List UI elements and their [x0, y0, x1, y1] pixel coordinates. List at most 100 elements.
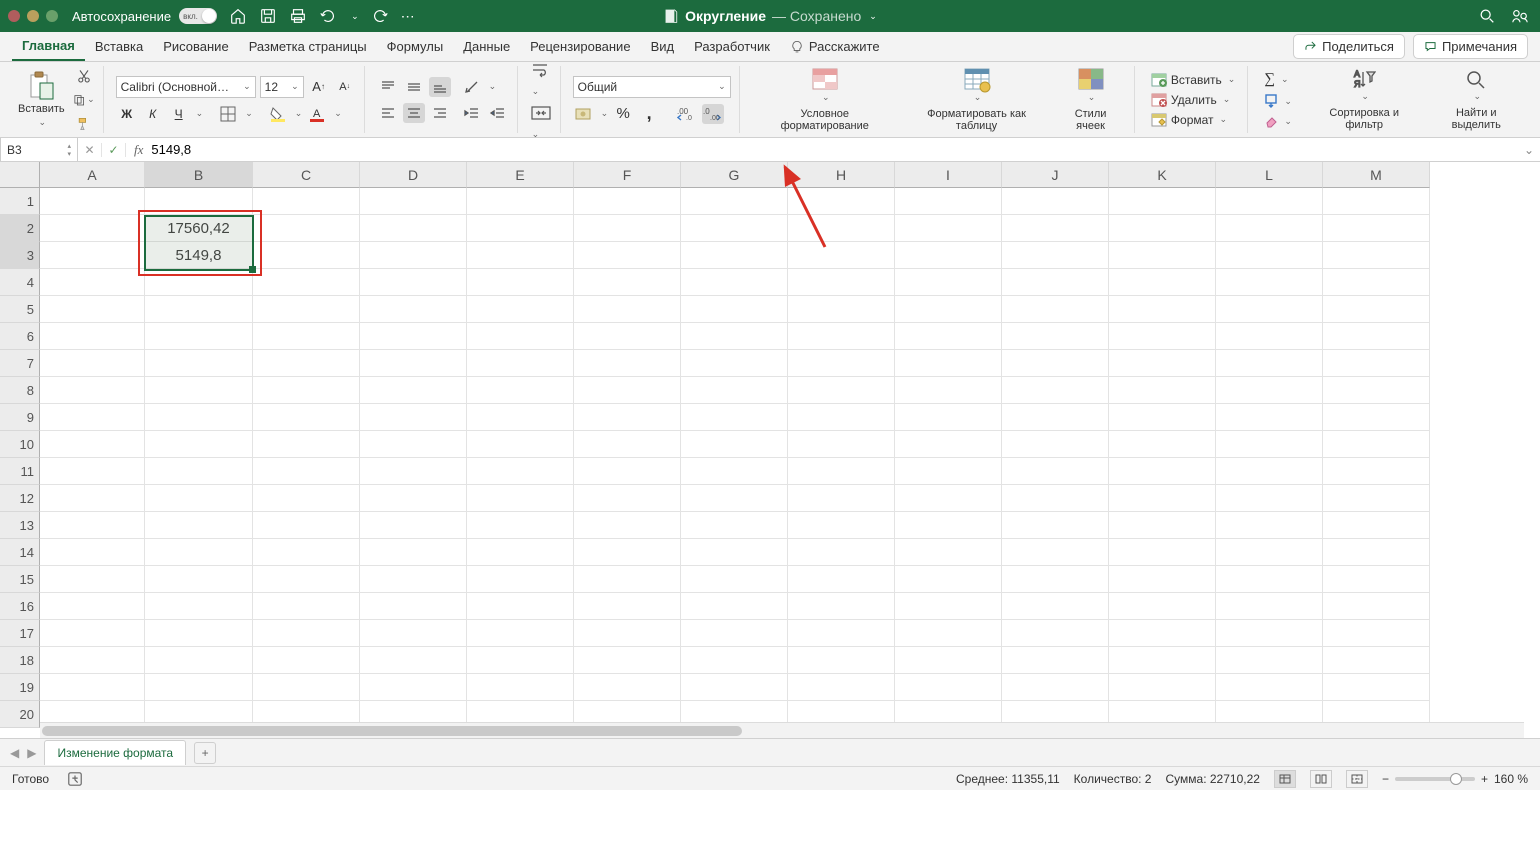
cell-C4[interactable] — [253, 269, 360, 296]
cancel-icon[interactable]: ✕ — [78, 143, 102, 157]
cell-J12[interactable] — [1002, 485, 1109, 512]
delete-cells-button[interactable]: Удалить⌄ — [1147, 91, 1239, 109]
comma-icon[interactable]: , — [638, 104, 660, 124]
cell-L11[interactable] — [1216, 458, 1323, 485]
cell-I9[interactable] — [895, 404, 1002, 431]
cell-H18[interactable] — [788, 647, 895, 674]
find-select-button[interactable]: ⌄ Найти и выделить — [1427, 66, 1527, 133]
cell-G14[interactable] — [681, 539, 788, 566]
cell-B6[interactable] — [145, 323, 253, 350]
cell-styles-button[interactable]: ⌄ Стили ячеек — [1055, 65, 1126, 134]
sheet-tab-active[interactable]: Изменение формата — [44, 740, 186, 765]
cell-L1[interactable] — [1216, 188, 1323, 215]
cell-H6[interactable] — [788, 323, 895, 350]
cell-J5[interactable] — [1002, 296, 1109, 323]
cell-B18[interactable] — [145, 647, 253, 674]
cell-M5[interactable] — [1323, 296, 1430, 323]
share-icon[interactable] — [1510, 7, 1530, 25]
cell-B8[interactable] — [145, 377, 253, 404]
cell-L15[interactable] — [1216, 566, 1323, 593]
row-header-15[interactable]: 15 — [0, 566, 40, 593]
cell-A19[interactable] — [40, 674, 145, 701]
row-header-11[interactable]: 11 — [0, 458, 40, 485]
search-icon[interactable] — [1478, 7, 1496, 25]
cell-F17[interactable] — [574, 620, 681, 647]
cell-D3[interactable] — [360, 242, 467, 269]
col-header-I[interactable]: I — [895, 162, 1002, 188]
cell-H5[interactable] — [788, 296, 895, 323]
cell-A6[interactable] — [40, 323, 145, 350]
cell-A8[interactable] — [40, 377, 145, 404]
row-header-10[interactable]: 10 — [0, 431, 40, 458]
cell-L19[interactable] — [1216, 674, 1323, 701]
cell-M19[interactable] — [1323, 674, 1430, 701]
cell-K10[interactable] — [1109, 431, 1216, 458]
cell-H4[interactable] — [788, 269, 895, 296]
view-page-layout-icon[interactable] — [1310, 770, 1332, 788]
cell-D4[interactable] — [360, 269, 467, 296]
cell-G12[interactable] — [681, 485, 788, 512]
underline-button[interactable]: Ч — [168, 104, 190, 124]
sheet-nav-prev-icon[interactable]: ◀ — [10, 746, 19, 760]
paste-button[interactable]: Вставить ⌄ — [14, 69, 69, 130]
cell-G19[interactable] — [681, 674, 788, 701]
tab-developer[interactable]: Разработчик — [684, 32, 780, 61]
cell-D18[interactable] — [360, 647, 467, 674]
tab-draw[interactable]: Рисование — [153, 32, 238, 61]
cell-D11[interactable] — [360, 458, 467, 485]
cell-C2[interactable] — [253, 215, 360, 242]
cell-K6[interactable] — [1109, 323, 1216, 350]
cell-G5[interactable] — [681, 296, 788, 323]
cell-D15[interactable] — [360, 566, 467, 593]
cell-J8[interactable] — [1002, 377, 1109, 404]
cell-J7[interactable] — [1002, 350, 1109, 377]
cell-G18[interactable] — [681, 647, 788, 674]
fill-color-icon[interactable] — [267, 104, 289, 124]
cell-I10[interactable] — [895, 431, 1002, 458]
cell-D16[interactable] — [360, 593, 467, 620]
row-header-9[interactable]: 9 — [0, 404, 40, 431]
cell-I6[interactable] — [895, 323, 1002, 350]
cell-C18[interactable] — [253, 647, 360, 674]
bold-button[interactable]: Ж — [116, 104, 138, 124]
cell-H8[interactable] — [788, 377, 895, 404]
row-header-7[interactable]: 7 — [0, 350, 40, 377]
font-color-icon[interactable]: A — [306, 104, 328, 124]
cell-L4[interactable] — [1216, 269, 1323, 296]
cell-I18[interactable] — [895, 647, 1002, 674]
cell-C14[interactable] — [253, 539, 360, 566]
cell-I14[interactable] — [895, 539, 1002, 566]
row-header-8[interactable]: 8 — [0, 377, 40, 404]
cell-F14[interactable] — [574, 539, 681, 566]
increase-indent-icon[interactable] — [487, 103, 509, 123]
cell-F3[interactable] — [574, 242, 681, 269]
cell-H10[interactable] — [788, 431, 895, 458]
font-size-select[interactable]: 12⌄ — [260, 76, 304, 98]
cell-E5[interactable] — [467, 296, 574, 323]
cell-J6[interactable] — [1002, 323, 1109, 350]
cell-L17[interactable] — [1216, 620, 1323, 647]
percent-icon[interactable]: % — [612, 104, 634, 124]
maximize-window-btn[interactable] — [46, 10, 58, 22]
format-painter-icon[interactable] — [73, 114, 95, 134]
tab-layout[interactable]: Разметка страницы — [239, 32, 377, 61]
col-header-J[interactable]: J — [1002, 162, 1109, 188]
cell-M7[interactable] — [1323, 350, 1430, 377]
format-table-button[interactable]: ⌄ Форматировать как таблицу — [902, 65, 1051, 134]
cell-A5[interactable] — [40, 296, 145, 323]
font-name-select[interactable]: Calibri (Основной…⌄ — [116, 76, 256, 98]
cell-I16[interactable] — [895, 593, 1002, 620]
zoom-out-icon[interactable]: − — [1382, 772, 1389, 786]
cell-D9[interactable] — [360, 404, 467, 431]
cell-I2[interactable] — [895, 215, 1002, 242]
cell-J3[interactable] — [1002, 242, 1109, 269]
row-header-1[interactable]: 1 — [0, 188, 40, 215]
row-header-20[interactable]: 20 — [0, 701, 40, 728]
cell-B2[interactable]: 17560,42 — [145, 215, 253, 242]
cell-E14[interactable] — [467, 539, 574, 566]
insert-cells-button[interactable]: Вставить⌄ — [1147, 71, 1239, 89]
cell-D13[interactable] — [360, 512, 467, 539]
cell-C16[interactable] — [253, 593, 360, 620]
cell-L9[interactable] — [1216, 404, 1323, 431]
cell-F1[interactable] — [574, 188, 681, 215]
